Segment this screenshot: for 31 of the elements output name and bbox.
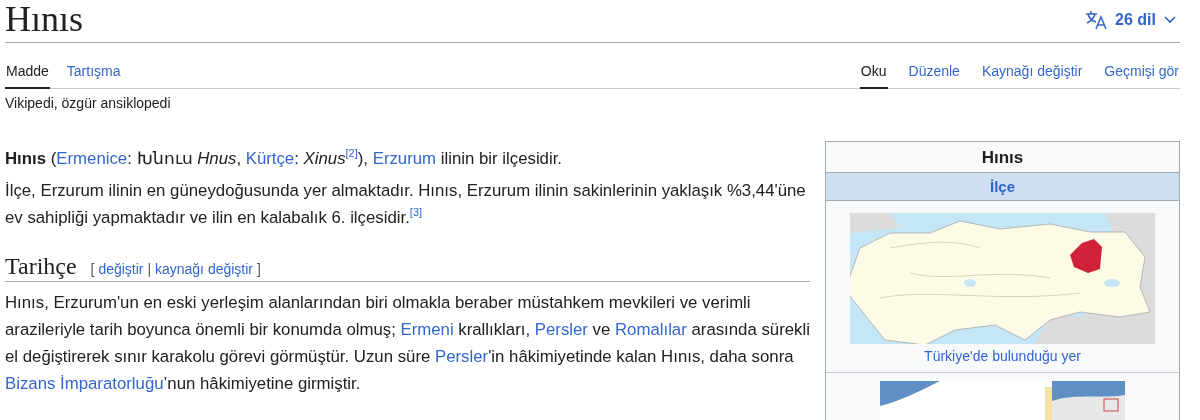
paragraph: İlçe, Erzurum ilinin en güneydoğusunda yer almaktadır. Hınıs, Erzurum ilinin sakinlerinin yaklaşık %3,44'üne ev sahipliği yapmaktadır ve ilin en kalabalık 6. ilçesidir.$^{[3]}$	[5, 180, 807, 229]
link[interactable]: Kürtçe	[245, 149, 295, 168]
tab[interactable]: Kaynağı değiştir	[980, 55, 1084, 89]
tab[interactable]: Tartışma	[65, 55, 122, 89]
language-button[interactable]: 26 dil	[1081, 10, 1180, 30]
translate-icon	[1085, 10, 1108, 30]
infobox-title: Hınıs	[980, 147, 1025, 169]
link[interactable]: Ermeni	[400, 320, 454, 339]
tab[interactable]: Geçmişi gör	[1103, 55, 1180, 89]
tab[interactable]: Oku	[859, 55, 888, 89]
link[interactable]: Erzurum	[372, 149, 437, 168]
image-caption[interactable]: Türkiye'de bulunduğu yer	[826, 348, 1179, 364]
link[interactable]: Romalılar	[615, 320, 687, 339]
tagline: Vikipedi, özgür ansiklopedi	[5, 95, 172, 111]
section-heading: Tarihçe	[5, 253, 77, 280]
tab[interactable]: Madde	[5, 55, 50, 89]
edit-links: [ değiştir | kaynağı değiştir ]	[90, 261, 261, 277]
link[interactable]: Persler	[534, 320, 588, 339]
paragraph: Hınıs, Erzurum'un en eski yerleşim alanlarından biri olmakla beraber müstahkem mevkileri ve verimli arazileriyle tarih boyunca önemli bir konumda olmuş; Ermeni krallıkları, Persler ve Romalılar arasında sürekli el değiştirerek sınır karakolu görevi görmüştür. Uzun süre Persler'in hâkimiyetinde kalan Hınıs, daha sonra Bizans İmparatorluğu’nun hâkimiyetine girmiştir.	[5, 292, 810, 395]
reference-link[interactable]: [2]	[345, 147, 358, 160]
page-title: Hınıs	[5, 0, 83, 40]
link[interactable]: Ermenice	[56, 149, 128, 168]
tab[interactable]: Düzenle	[907, 55, 961, 89]
chevron-down-icon	[1164, 16, 1176, 24]
link[interactable]: Bizans İmparatorluğu	[5, 374, 164, 393]
paragraph: Hınıs (Ermenice: Խնուս Hnus, Kürtçe: Xinus$^{[2]}$), Erzurum ilinin bir ilçesidir.	[5, 146, 563, 170]
link[interactable]: Persler	[435, 347, 489, 366]
infobox-subtitle: İlçe	[826, 172, 1179, 201]
edit-link[interactable]: değiştir	[98, 261, 144, 277]
reference-link[interactable]: [3]	[409, 206, 423, 219]
edit-link[interactable]: kaynağı değiştir	[154, 261, 253, 277]
